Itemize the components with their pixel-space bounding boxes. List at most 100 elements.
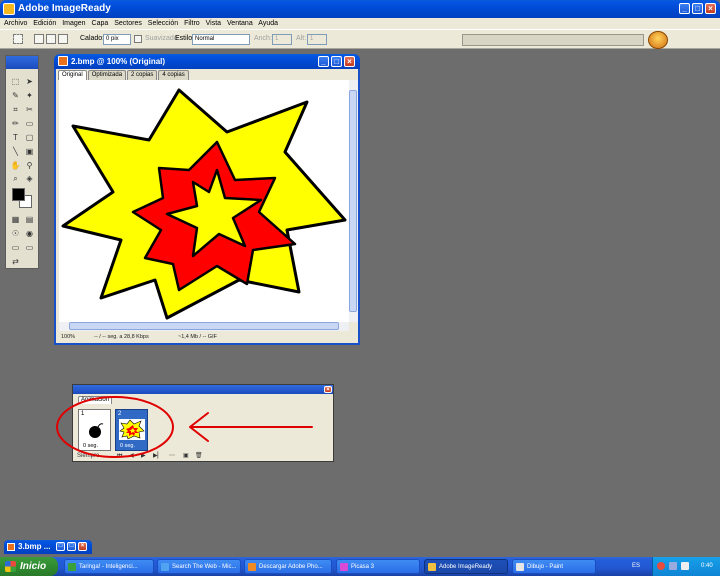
tab-animation[interactable]: Animación [78, 396, 112, 404]
menu-ventana[interactable]: Ventana [227, 20, 253, 27]
menu-capa[interactable]: Capa [92, 20, 109, 27]
tab-optimizada[interactable]: Optimizada [87, 70, 127, 80]
horizontal-scroll-thumb[interactable] [69, 322, 339, 330]
tween-icon[interactable]: ⋯ [169, 452, 175, 461]
shape-tool[interactable]: ▣ [24, 146, 35, 157]
menu-seleccion[interactable]: Selección [148, 20, 178, 27]
clock[interactable]: 0:40 [701, 557, 713, 576]
close-button[interactable]: × [78, 542, 87, 551]
task-descargar-adobe[interactable]: Descargar Adobe Pho... [244, 559, 332, 574]
alto-input[interactable]: 1 [307, 34, 327, 45]
menu-filtro[interactable]: Filtro [184, 20, 200, 27]
duplicate-frame-icon[interactable]: ▣ [183, 452, 189, 461]
animation-close-button[interactable]: × [324, 386, 332, 393]
browser-preview-icon[interactable]: ◉ [24, 228, 35, 239]
menu-sectores[interactable]: Sectores [114, 20, 142, 27]
foreground-color-swatch[interactable] [12, 188, 25, 201]
marquee-tool-icon[interactable] [13, 34, 23, 44]
line-tool[interactable]: ╲ [10, 146, 21, 157]
restore-button[interactable]: □ [56, 542, 65, 551]
slice-tool[interactable]: ✂ [24, 104, 35, 115]
first-frame-icon[interactable]: ⏮ [117, 452, 122, 461]
minimized-document[interactable]: 3.bmp ... □ □ × [4, 540, 92, 554]
task-taringa[interactable]: Taringa! - Inteligenci... [64, 559, 154, 574]
estilo-select[interactable]: Normal [192, 34, 250, 45]
type-tool[interactable]: T [10, 132, 21, 143]
task-dibujo-paint[interactable]: Dibujo - Paint [512, 559, 596, 574]
language-indicator[interactable]: ES [632, 557, 640, 576]
subtract-selection-icon[interactable] [58, 34, 68, 44]
document-titlebar[interactable]: 2.bmp @ 100% (Original) _ □ × [54, 54, 360, 69]
doc-close-button[interactable]: × [344, 56, 355, 67]
frame-delay[interactable]: 0 seg. [83, 443, 98, 449]
tab-2-copias[interactable]: 2 copias [127, 70, 158, 80]
zoom-tool[interactable]: ⌕ [10, 173, 21, 184]
vertical-scrollbar[interactable] [349, 80, 358, 322]
volume-icon[interactable] [681, 562, 689, 570]
hand-tool[interactable]: ✋ [10, 160, 21, 171]
preview-icon[interactable]: ☉ [10, 228, 21, 239]
minimize-button[interactable]: _ [679, 3, 690, 14]
animation-frame-2[interactable]: 2 0 seg. [115, 409, 148, 451]
menu-edicion[interactable]: Edición [33, 20, 56, 27]
rectangle-tool[interactable]: ▢ [24, 132, 35, 143]
screen-mode-icon[interactable]: ▭ [10, 242, 21, 253]
play-icon[interactable]: ▶ [141, 452, 146, 461]
tray-icon[interactable] [657, 562, 665, 570]
new-selection-icon[interactable] [34, 34, 44, 44]
maximize-button[interactable]: □ [692, 3, 703, 14]
add-selection-icon[interactable] [46, 34, 56, 44]
tray-icon[interactable] [669, 562, 677, 570]
image-canvas[interactable] [59, 80, 349, 322]
paint-bucket-tool[interactable]: ◈ [24, 173, 35, 184]
start-button[interactable]: Inicio [0, 557, 58, 576]
zoom-level[interactable]: 100% [61, 333, 75, 342]
tab-original[interactable]: Original [58, 70, 87, 80]
full-screen-icon[interactable]: ▭ [24, 242, 35, 253]
horizontal-scrollbar[interactable] [59, 322, 349, 331]
animation-palette-header[interactable]: × [73, 385, 333, 394]
maximize-button[interactable]: □ [67, 542, 76, 551]
move-tool[interactable]: ➤ [24, 76, 35, 87]
menu-archivo[interactable]: Archivo [4, 20, 27, 27]
frame-delay[interactable]: 0 seg. [120, 443, 135, 449]
ancho-input[interactable]: 1 [272, 34, 292, 45]
task-label: Search The Web - Mic... [172, 564, 237, 570]
doc-maximize-button[interactable]: □ [331, 56, 342, 67]
toolbox-header[interactable] [6, 56, 38, 69]
calado-input[interactable]: 0 pix [103, 34, 131, 45]
task-picasa[interactable]: Picasa 3 [336, 559, 420, 574]
eraser-tool[interactable]: ▭ [24, 118, 35, 129]
windows-logo-icon [5, 561, 16, 572]
crop-tool[interactable]: ⌗ [10, 104, 21, 115]
marquee-tool[interactable]: ⬚ [10, 76, 21, 87]
vertical-scroll-thumb[interactable] [349, 90, 357, 312]
close-button[interactable]: × [705, 3, 716, 14]
menu-imagen[interactable]: Imagen [62, 20, 85, 27]
loop-select[interactable]: Siempre [77, 453, 99, 459]
task-adobe-imageready[interactable]: Adobe ImageReady [424, 559, 508, 574]
toggle-slices-icon[interactable]: ▦ [10, 214, 21, 225]
doc-minimize-button[interactable]: _ [318, 56, 329, 67]
prev-frame-icon[interactable]: ◀ [129, 452, 134, 461]
toolbox: ⬚ ➤ ✎ ✦ ⌗ ✂ ✏ ▭ T ▢ ╲ ▣ ✋ ⚲ ⌕ ◈ ▦ ▤ ☉ ◉ … [5, 55, 39, 269]
image-map-icon[interactable]: ▤ [24, 214, 35, 225]
system-tray: 0:40 [652, 557, 720, 576]
brush-tool[interactable]: ✏ [10, 118, 21, 129]
menu-ayuda[interactable]: Ayuda [258, 20, 278, 27]
document-view-tabs: Original Optimizada 2 copias 4 copias [58, 70, 356, 80]
eyedropper-tool[interactable]: ⚲ [24, 160, 35, 171]
task-search-web[interactable]: Search The Web - Mic... [157, 559, 241, 574]
suavizado-checkbox[interactable] [134, 35, 142, 43]
menu-vista[interactable]: Vista [206, 20, 221, 27]
lasso-tool[interactable]: ✎ [10, 90, 21, 101]
delete-frame-icon[interactable]: 🗑 [195, 452, 203, 461]
jump-to-photoshop-icon[interactable]: ⇄ [10, 256, 21, 267]
adobe-logo-icon[interactable] [648, 31, 668, 49]
file-size: ~1,4 Mb / -- GIF [178, 334, 217, 340]
tab-4-copias[interactable]: 4 copias [158, 70, 189, 80]
app-titlebar[interactable]: Adobe ImageReady _ □ × [0, 0, 720, 18]
animation-frame-1[interactable]: 1 0 seg. [78, 409, 111, 451]
next-frame-icon[interactable]: ▶▏ [153, 452, 162, 461]
magic-wand-tool[interactable]: ✦ [24, 90, 35, 101]
